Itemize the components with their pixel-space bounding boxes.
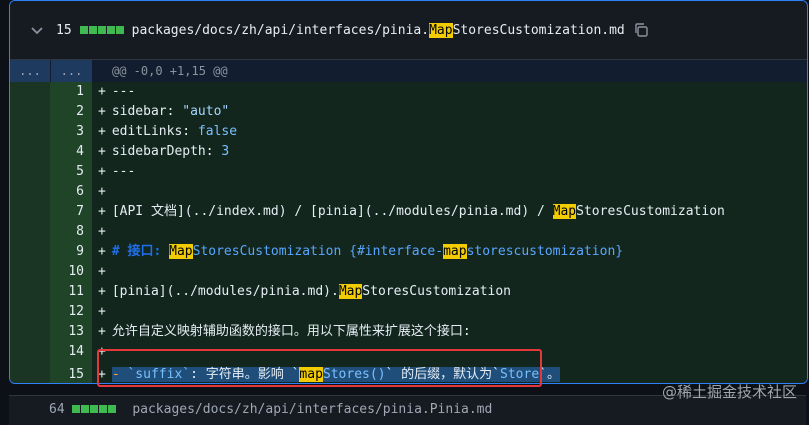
line-number[interactable]: 7 xyxy=(50,202,92,222)
diff-file: 15 packages/docs/zh/api/interfaces/pinia… xyxy=(9,0,808,384)
line-number[interactable]: 11 xyxy=(50,282,92,302)
diff-line: 2 + sidebar: "auto" xyxy=(10,102,807,122)
diff-line: 11 + [pinia](../modules/pinia.md).MapStor… xyxy=(10,282,807,302)
line-number[interactable]: 12 xyxy=(50,302,92,322)
expand-down-button[interactable]: ... xyxy=(51,60,92,82)
diff-line: 4 + sidebarDepth: 3 xyxy=(10,142,807,162)
diff-line: 6 + xyxy=(10,182,807,202)
diff-line: 1 + --- xyxy=(10,82,807,102)
file-path[interactable]: packages/docs/zh/api/interfaces/pinia.Pi… xyxy=(132,402,492,417)
diff-line: 10 + xyxy=(10,262,807,282)
diffstat-blocks xyxy=(79,26,124,34)
diff-line: 7 + [API 文档](../index.md) / [pinia](../mo… xyxy=(10,202,807,222)
line-number[interactable]: 5 xyxy=(50,162,92,182)
change-count: 15 xyxy=(56,22,72,38)
copy-icon[interactable] xyxy=(633,22,649,38)
line-number[interactable]: 10 xyxy=(50,262,92,282)
chevron-down-icon[interactable] xyxy=(30,23,44,37)
diffstat-blocks xyxy=(72,405,117,413)
change-count: 64 xyxy=(49,402,65,417)
watermark: @稀土掘金技术社区 xyxy=(661,383,797,401)
line-number[interactable]: 1 xyxy=(50,82,92,102)
diff-line: 8 + xyxy=(10,222,807,242)
diff-line: 3 + editLinks: false xyxy=(10,122,807,142)
diff-line: 13 + 允许自定义映射辅助函数的接口。用以下属性来扩展这个接口: xyxy=(10,322,807,342)
hunk-header: ... ... @@ -0,0 +1,15 @@ xyxy=(10,60,807,82)
diff-line: 5 + --- xyxy=(10,162,807,182)
line-number[interactable]: 4 xyxy=(50,142,92,162)
hunk-range: @@ -0,0 +1,15 @@ xyxy=(112,64,228,78)
diff-line: 9 + # 接口: MapStoresCustomization {#interf… xyxy=(10,242,807,262)
line-number[interactable]: 3 xyxy=(50,122,92,142)
line-number[interactable]: 13 xyxy=(50,322,92,342)
line-number[interactable]: 2 xyxy=(50,102,92,122)
line-number[interactable]: 15 xyxy=(50,362,92,383)
line-number[interactable]: 8 xyxy=(50,222,92,242)
line-number[interactable]: 9 xyxy=(50,242,92,262)
line-number[interactable]: 14 xyxy=(50,342,92,362)
file-path[interactable]: packages/docs/zh/api/interfaces/pinia.Ma… xyxy=(132,22,625,38)
diff-lines: 1 + --- 2 + sidebar: "auto" 3 + editLinks: … xyxy=(10,82,807,383)
file-header: 15 packages/docs/zh/api/interfaces/pinia… xyxy=(10,1,807,60)
line-number[interactable]: 6 xyxy=(50,182,92,202)
annotation-highlight-box xyxy=(97,349,542,387)
expand-up-button[interactable]: ... xyxy=(10,60,50,82)
diff-line: 12 + xyxy=(10,302,807,322)
